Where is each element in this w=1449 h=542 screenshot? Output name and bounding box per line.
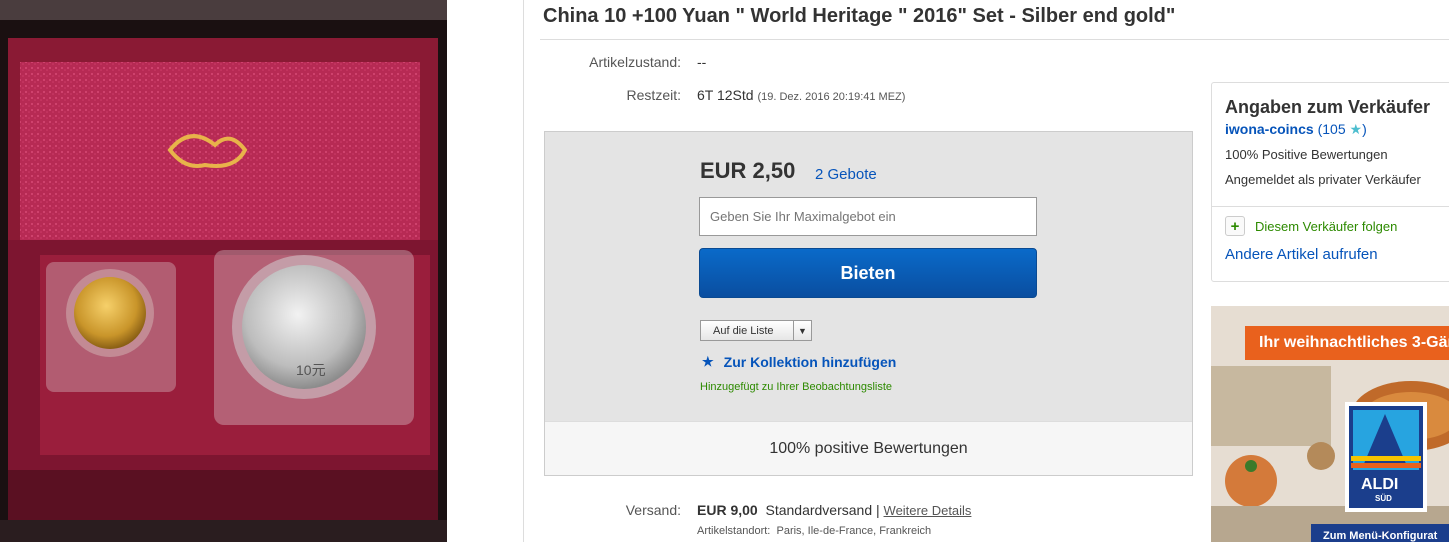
coin-value-mark: 10元: [296, 362, 326, 378]
shipping-label: Versand:: [625, 502, 681, 518]
seller-name-row: iwona-coincs (105 ★): [1225, 121, 1367, 138]
add-to-collection-link[interactable]: ★ Zur Kollektion hinzufügen: [702, 354, 896, 370]
time-left-label: Restzeit:: [626, 87, 681, 103]
add-to-list-label: Auf die Liste: [713, 324, 774, 337]
seller-heading: Angaben zum Verkäufer: [1225, 97, 1431, 117]
photo-frame: [447, 0, 524, 542]
shipping-details-link[interactable]: Weitere Details: [884, 503, 972, 518]
seller-score-close: ): [1362, 121, 1367, 137]
follow-seller-link[interactable]: + Diesem Verkäufer folgen: [1225, 216, 1397, 236]
condition-label: Artikelzustand:: [589, 54, 681, 70]
seller-score-open: (105: [1317, 121, 1346, 137]
product-photo[interactable]: 10元: [0, 0, 447, 542]
time-left-duration: 6T 12Std: [697, 87, 754, 103]
current-price: EUR 2,50: [700, 158, 796, 183]
ad-brand: ALDI: [1361, 476, 1399, 493]
listing-title: China 10 +100 Yuan " World Heritage " 20…: [543, 5, 1176, 27]
bid-button[interactable]: Bieten: [699, 248, 1037, 298]
item-location-label: Artikelstandort:: [697, 525, 771, 537]
max-bid-input[interactable]: [699, 197, 1037, 236]
follow-seller-label: Diesem Verkäufer folgen: [1255, 218, 1398, 234]
seller-divider: [1212, 206, 1449, 207]
ad-brand-sub: SÜD: [1375, 494, 1392, 503]
shipping-method: Standardversand |: [765, 502, 880, 518]
watchlist-note: Hinzugefügt zu Ihrer Beobachtungsliste: [700, 381, 893, 393]
positive-feedback-bar: 100% positive Bewertungen: [545, 421, 1192, 475]
ad-banner: Ihr weihnachtliches 3-Gän: [1245, 326, 1449, 360]
condition-value: --: [697, 54, 707, 70]
seller-info-box: Angaben zum Verkäufer iwona-coincs (105 …: [1211, 82, 1449, 282]
star-icon: ★: [1349, 121, 1363, 137]
seller-username-link[interactable]: iwona-coincs: [1225, 121, 1314, 137]
ad-footer: Zum Menü-Konfigurat: [1323, 530, 1438, 542]
add-to-list-select[interactable]: Auf die Liste ▼: [700, 320, 812, 341]
plus-icon: +: [1225, 216, 1245, 236]
seller-registration: Angemeldet als privater Verkäufer: [1225, 172, 1421, 187]
advertisement[interactable]: Ihr weihnachtliches 3-Gän ALDI SÜD Zum M…: [1211, 306, 1449, 542]
item-location-value: Paris, Ile-de-France, Frankreich: [776, 525, 932, 537]
bid-count-link[interactable]: 2 Gebote: [815, 166, 877, 183]
item-location: Artikelstandort: Paris, Ile-de-France, F…: [697, 525, 931, 537]
seller-positive-feedback: 100% Positive Bewertungen: [1225, 147, 1388, 162]
add-to-collection-label: Zur Kollektion hinzufügen: [723, 354, 897, 370]
chevron-down-icon: ▼: [793, 321, 811, 340]
ebay-listing-page: 10元 China 10 +100 Yuan " World Heritage …: [0, 0, 1449, 542]
bid-box: EUR 2,50 2 Gebote Bieten Auf die Liste ▼…: [544, 131, 1193, 476]
positive-feedback-text: 100% positive Bewertungen: [769, 439, 968, 457]
seller-score-link[interactable]: (105 ★): [1318, 121, 1367, 137]
other-items-link[interactable]: Andere Artikel aufrufen: [1225, 246, 1378, 263]
title-divider: [540, 39, 1449, 40]
shipping-value: EUR 9,00 Standardversand | Weitere Detai…: [697, 502, 971, 518]
shipping-price: EUR 9,00: [697, 502, 758, 518]
star-icon: ★: [702, 354, 714, 369]
time-left-value: 6T 12Std (19. Dez. 2016 20:19:41 MEZ): [697, 87, 905, 103]
time-left-end-date: (19. Dez. 2016 20:19:41 MEZ): [757, 91, 906, 103]
